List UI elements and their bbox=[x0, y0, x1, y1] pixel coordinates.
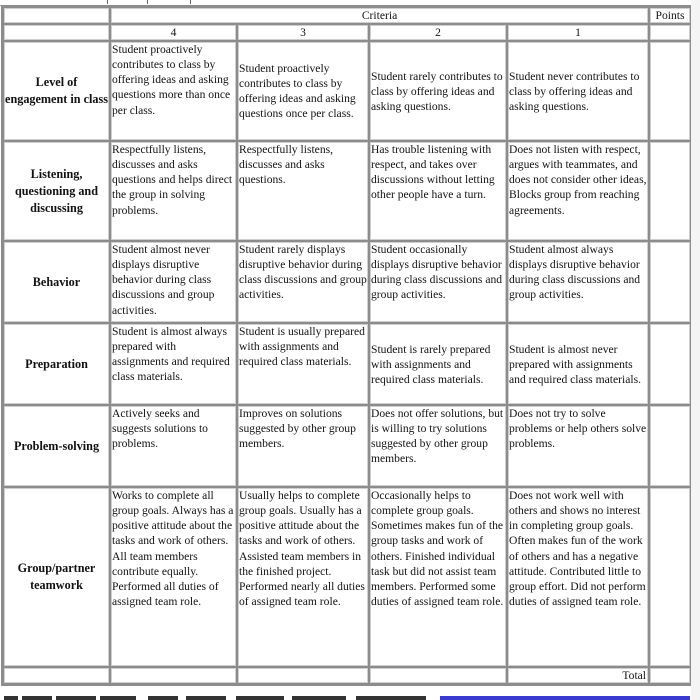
table-row: Listening, questioning and discussing Re… bbox=[3, 141, 692, 242]
level-4-description: Respectfully listens, discusses and asks… bbox=[110, 141, 237, 242]
points-cell[interactable] bbox=[649, 41, 692, 142]
criterion-label: Behavior bbox=[3, 241, 110, 324]
level-4-description: Student proactively contributes to class… bbox=[110, 41, 237, 142]
table-row: Level of engagement in class Student pro… bbox=[3, 41, 692, 142]
level-2-description: Occasionally helps to complete group goa… bbox=[369, 487, 507, 668]
level-2-description: Has trouble listening with respect, and … bbox=[369, 141, 507, 242]
level-2-description: Student is rarely prepared with assignme… bbox=[369, 323, 507, 406]
level-3-description: Student rarely displays disruptive behav… bbox=[237, 241, 369, 324]
level-4-description: Works to complete all group goals. Alway… bbox=[110, 487, 237, 668]
criterion-label: Preparation bbox=[3, 323, 110, 406]
points-cell[interactable] bbox=[649, 487, 692, 668]
empty-cell bbox=[3, 667, 110, 685]
rubric-table: Criteria Points 4 3 2 1 Level of engagem… bbox=[1, 5, 694, 687]
total-points-cell[interactable] bbox=[649, 667, 692, 685]
level-2-description: Student occasionally displays disruptive… bbox=[369, 241, 507, 324]
level-1-description: Does not listen with respect, argues wit… bbox=[507, 141, 650, 242]
total-row: Total bbox=[3, 667, 692, 685]
corner-cell bbox=[3, 24, 110, 42]
level-3-description: Improves on solutions suggested by other… bbox=[237, 405, 369, 488]
level-3-description: Usually helps to complete group goals. U… bbox=[237, 487, 369, 668]
empty-cell bbox=[237, 667, 369, 685]
page-edge bbox=[691, 0, 700, 700]
level-3-description: Student proactively contributes to class… bbox=[237, 41, 369, 142]
level-1-description: Student almost always displays disruptiv… bbox=[507, 241, 650, 324]
criterion-label: Problem-solving bbox=[3, 405, 110, 488]
level-1-description: Does not work well with others and shows… bbox=[507, 487, 650, 668]
points-cell[interactable] bbox=[649, 323, 692, 406]
cropped-text-below bbox=[0, 693, 700, 700]
criterion-label: Listening, questioning and discussing bbox=[3, 141, 110, 242]
points-header: Points bbox=[649, 7, 692, 25]
level-4-description: Actively seeks and suggests solutions to… bbox=[110, 405, 237, 488]
level-3-description: Respectfully listens, discusses and asks… bbox=[237, 141, 369, 242]
level-1-description: Student is almost never prepared with as… bbox=[507, 323, 650, 406]
score-header-2: 2 bbox=[369, 24, 507, 42]
points-cell bbox=[649, 24, 692, 42]
criteria-header: Criteria bbox=[110, 7, 650, 25]
table-row: Problem-solving Actively seeks and sugge… bbox=[3, 405, 692, 488]
criterion-label: Level of engagement in class bbox=[3, 41, 110, 142]
total-label: Total bbox=[507, 667, 650, 685]
level-2-description: Student rarely contributes to class by o… bbox=[369, 41, 507, 142]
header-row-criteria: Criteria Points bbox=[3, 7, 692, 25]
score-header-3: 3 bbox=[237, 24, 369, 42]
level-4-description: Student almost never displays disruptive… bbox=[110, 241, 237, 324]
table-row: Group/partner teamwork Works to complete… bbox=[3, 487, 692, 668]
points-cell[interactable] bbox=[649, 405, 692, 488]
table-row: Behavior Student almost never displays d… bbox=[3, 241, 692, 324]
level-4-description: Student is almost always prepared with a… bbox=[110, 323, 237, 406]
points-cell[interactable] bbox=[649, 241, 692, 324]
level-1-description: Does not try to solve problems or help o… bbox=[507, 405, 650, 488]
empty-cell bbox=[369, 667, 507, 685]
corner-cell bbox=[3, 7, 110, 25]
empty-cell bbox=[110, 667, 237, 685]
level-2-description: Does not offer solutions, but is willing… bbox=[369, 405, 507, 488]
level-3-description: Student is usually prepared with assignm… bbox=[237, 323, 369, 406]
table-row: Preparation Student is almost always pre… bbox=[3, 323, 692, 406]
header-row-scores: 4 3 2 1 bbox=[3, 24, 692, 42]
score-header-4: 4 bbox=[110, 24, 237, 42]
score-header-1: 1 bbox=[507, 24, 650, 42]
level-1-description: Student never contributes to class by of… bbox=[507, 41, 650, 142]
criterion-label: Group/partner teamwork bbox=[3, 487, 110, 668]
points-cell[interactable] bbox=[649, 141, 692, 242]
